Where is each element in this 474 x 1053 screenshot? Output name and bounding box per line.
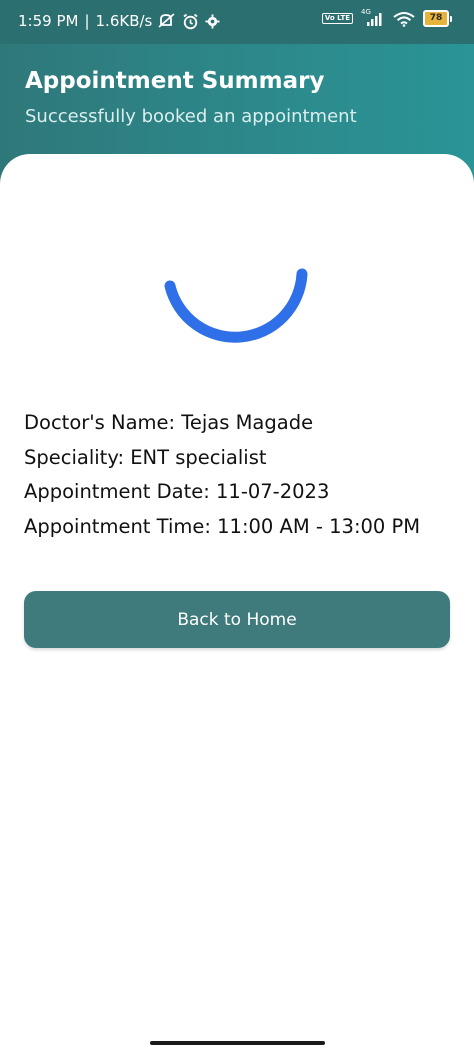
loading-spinner-icon	[163, 262, 311, 370]
network-type: 4G	[361, 7, 371, 16]
status-bar: 1:59 PM | 1.6KB/s Vo LTE 4G 78	[0, 0, 474, 44]
signal-icon: 4G	[361, 7, 385, 27]
mute-icon	[158, 13, 176, 29]
appointment-time: Appointment Time: 11:00 AM - 13:00 PM	[24, 514, 421, 538]
status-separator: |	[84, 12, 90, 30]
doctor-name: Doctor's Name: Tejas Magade	[24, 411, 314, 434]
battery-level: 78	[423, 10, 449, 27]
status-speed: 1.6KB/s	[95, 12, 153, 30]
alarm-icon	[182, 13, 199, 30]
settings-gear-icon	[205, 13, 220, 29]
page-subtitle: Successfully booked an appointment	[25, 106, 357, 127]
battery-icon: 78	[423, 10, 452, 27]
battery-tip	[450, 15, 452, 22]
home-indicator[interactable]	[150, 1041, 325, 1045]
status-left: 1:59 PM | 1.6KB/s	[18, 12, 220, 30]
appointment-date: Appointment Date: 11-07-2023	[24, 480, 330, 503]
back-to-home-button[interactable]: Back to Home	[24, 591, 450, 648]
status-time: 1:59 PM	[18, 12, 79, 30]
wifi-icon	[393, 11, 415, 27]
volte-badge: Vo LTE	[321, 13, 353, 24]
page-title: Appointment Summary	[25, 68, 325, 94]
speciality: Speciality: ENT specialist	[24, 445, 267, 469]
appointment-details: Doctor's Name: Tejas Magade Speciality: …	[24, 406, 420, 544]
status-right: Vo LTE 4G 78	[321, 7, 452, 27]
